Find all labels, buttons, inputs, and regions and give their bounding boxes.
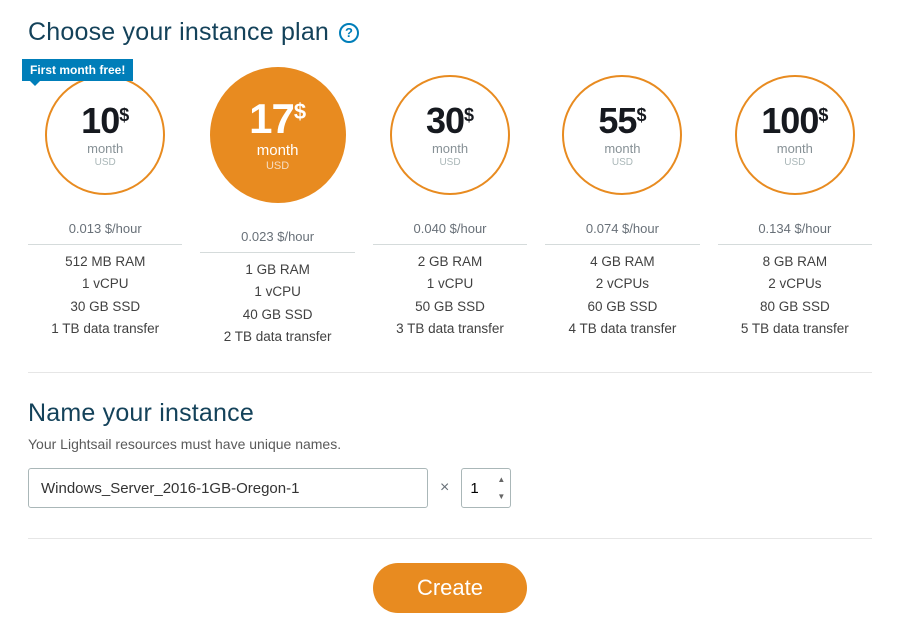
plan-specs: 1 GB RAM 1 vCPU 40 GB SSD 2 TB data tran… (200, 259, 354, 348)
plan-specs: 512 MB RAM 1 vCPU 30 GB SSD 1 TB data tr… (28, 251, 182, 340)
spec-ram: 4 GB RAM (545, 251, 699, 273)
spec-disk: 50 GB SSD (373, 296, 527, 318)
plan-price: 17 (249, 98, 294, 140)
plan-circle: 55 $ month USD (562, 75, 682, 195)
name-instance-subtext: Your Lightsail resources must have uniqu… (28, 436, 872, 452)
name-instance-title: Name your instance (28, 399, 872, 428)
plan-period: month (777, 141, 813, 156)
plan-option-30[interactable]: 30 $ month USD 0.040 $/hour 2 GB RAM 1 v… (373, 67, 527, 348)
spec-cpu: 1 vCPU (373, 273, 527, 295)
create-button[interactable]: Create (373, 563, 527, 613)
plan-hourly: 0.013 $/hour (28, 213, 182, 245)
currency-symbol: $ (636, 106, 646, 124)
spec-ram: 2 GB RAM (373, 251, 527, 273)
plan-circle: 30 $ month USD (390, 75, 510, 195)
quantity-down-icon[interactable]: ▼ (494, 488, 508, 505)
spec-transfer: 5 TB data transfer (718, 318, 872, 340)
spec-ram: 1 GB RAM (200, 259, 354, 281)
plan-currency: USD (439, 157, 460, 168)
spec-disk: 40 GB SSD (200, 304, 354, 326)
spec-cpu: 2 vCPUs (545, 273, 699, 295)
plan-price: 100 (761, 103, 818, 139)
plan-circle: 10 $ month USD (45, 75, 165, 195)
plan-period: month (604, 141, 640, 156)
spec-disk: 30 GB SSD (28, 296, 182, 318)
spec-transfer: 2 TB data transfer (200, 326, 354, 348)
plan-price: 55 (598, 103, 636, 139)
currency-symbol: $ (464, 106, 474, 124)
instance-name-input[interactable] (28, 468, 428, 508)
currency-symbol: $ (818, 106, 828, 124)
plan-specs: 4 GB RAM 2 vCPUs 60 GB SSD 4 TB data tra… (545, 251, 699, 340)
plan-period: month (257, 142, 299, 159)
quantity-stepper[interactable]: ▲ ▼ (461, 468, 511, 508)
plan-currency: USD (95, 157, 116, 168)
plan-currency: USD (612, 157, 633, 168)
spec-cpu: 1 vCPU (200, 281, 354, 303)
help-icon[interactable]: ? (339, 23, 359, 43)
spec-ram: 8 GB RAM (718, 251, 872, 273)
plan-hourly: 0.040 $/hour (373, 213, 527, 245)
quantity-up-icon[interactable]: ▲ (494, 471, 508, 488)
choose-plan-title: Choose your instance plan ? (28, 18, 872, 47)
plan-currency: USD (784, 157, 805, 168)
plan-list: First month free! 10 $ month USD 0.013 $… (28, 67, 872, 373)
plan-price: 30 (426, 103, 464, 139)
plan-circle: 100 $ month USD (735, 75, 855, 195)
plan-period: month (432, 141, 468, 156)
currency-symbol: $ (294, 101, 306, 123)
first-month-free-badge: First month free! (22, 59, 133, 81)
plan-option-17[interactable]: 17 $ month USD 0.023 $/hour 1 GB RAM 1 v… (200, 67, 354, 348)
plan-price: 10 (81, 103, 119, 139)
currency-symbol: $ (119, 106, 129, 124)
plan-specs: 2 GB RAM 1 vCPU 50 GB SSD 3 TB data tran… (373, 251, 527, 340)
spec-transfer: 4 TB data transfer (545, 318, 699, 340)
choose-plan-title-text: Choose your instance plan (28, 18, 329, 47)
plan-currency: USD (266, 160, 289, 172)
plan-hourly: 0.074 $/hour (545, 213, 699, 245)
spec-disk: 60 GB SSD (545, 296, 699, 318)
plan-hourly: 0.023 $/hour (200, 221, 354, 253)
plan-period: month (87, 141, 123, 156)
plan-option-55[interactable]: 55 $ month USD 0.074 $/hour 4 GB RAM 2 v… (545, 67, 699, 348)
name-instance-section: Name your instance Your Lightsail resour… (28, 399, 872, 539)
plan-option-10[interactable]: First month free! 10 $ month USD 0.013 $… (28, 67, 182, 348)
multiply-icon: × (440, 479, 449, 497)
spec-disk: 80 GB SSD (718, 296, 872, 318)
plan-option-100[interactable]: 100 $ month USD 0.134 $/hour 8 GB RAM 2 … (718, 67, 872, 348)
create-row: Create (28, 563, 872, 613)
spec-cpu: 1 vCPU (28, 273, 182, 295)
spec-cpu: 2 vCPUs (718, 273, 872, 295)
spec-transfer: 1 TB data transfer (28, 318, 182, 340)
spec-transfer: 3 TB data transfer (373, 318, 527, 340)
name-row: × ▲ ▼ (28, 468, 872, 539)
plan-circle-selected: 17 $ month USD (210, 67, 346, 203)
spec-ram: 512 MB RAM (28, 251, 182, 273)
plan-specs: 8 GB RAM 2 vCPUs 80 GB SSD 5 TB data tra… (718, 251, 872, 340)
plan-hourly: 0.134 $/hour (718, 213, 872, 245)
